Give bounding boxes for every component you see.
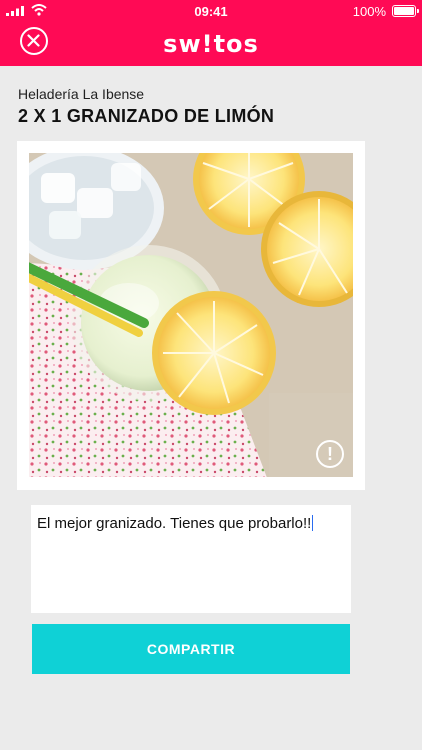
battery-icon — [392, 5, 419, 17]
offer-photo: ! — [29, 153, 353, 477]
status-bar: 09:41 100% — [0, 0, 422, 22]
battery-percentage: 100% — [352, 4, 386, 19]
app-header: sw!tos — [0, 22, 422, 66]
comment-text: El mejor granizado. Tienes que probarlo!… — [37, 515, 312, 532]
offer-title: 2 X 1 GRANIZADO DE LIMÓN — [18, 106, 275, 126]
app-logo: sw!tos — [163, 30, 259, 58]
text-caret — [312, 515, 314, 531]
photo-card: ! — [17, 141, 365, 490]
shop-name: Heladería La Ibense — [18, 86, 145, 102]
comment-input[interactable]: El mejor granizado. Tienes que probarlo!… — [31, 505, 351, 613]
report-button[interactable]: ! — [316, 440, 344, 468]
share-button[interactable]: COMPARTIR — [32, 624, 350, 674]
report-icon: ! — [327, 444, 333, 464]
